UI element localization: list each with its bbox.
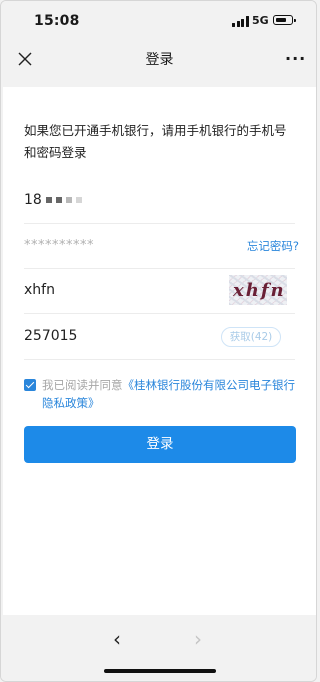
login-button[interactable]: 登录: [24, 426, 296, 463]
captcha-image-text: xhfn: [233, 280, 286, 301]
agreement-text: 我已阅读并同意《桂林银行股份有限公司电子银行隐私政策》: [42, 376, 296, 412]
app-frame: 15:08 5G 登录 ··· 如果您已开通手机银行，请用手机银行的手机号和密码…: [0, 0, 317, 682]
nav-bar: 登录 ···: [1, 41, 316, 77]
status-time: 15:08: [34, 13, 80, 29]
password-field[interactable]: ********** 忘记密码?: [24, 224, 299, 269]
phone-input[interactable]: 18: [24, 192, 82, 208]
bottom-nav-bar: ‹ ›: [1, 615, 316, 681]
network-type: 5G: [252, 14, 269, 27]
captcha-input[interactable]: xhfn: [24, 282, 55, 298]
more-icon[interactable]: ···: [285, 49, 306, 68]
password-input[interactable]: **********: [24, 238, 94, 253]
forgot-password-link[interactable]: 忘记密码?: [247, 238, 299, 254]
get-sms-code-button[interactable]: 获取(42): [221, 327, 281, 347]
sms-code-field[interactable]: 257015 获取(42): [24, 315, 295, 360]
phone-prefix: 18: [24, 192, 42, 208]
phone-field[interactable]: 18: [24, 179, 295, 224]
battery-icon: [273, 15, 296, 25]
home-indicator: [104, 669, 216, 673]
page-title: 登录: [145, 52, 174, 68]
sms-code-input[interactable]: 257015: [24, 328, 77, 344]
status-bar: 15:08 5G: [1, 1, 316, 41]
forward-arrow-icon[interactable]: ›: [194, 627, 202, 651]
captcha-image[interactable]: xhfn: [229, 275, 287, 305]
captcha-field[interactable]: xhfn xhfn: [24, 269, 295, 314]
login-form-card: 如果您已开通手机银行，请用手机银行的手机号和密码登录 18 **********…: [3, 87, 316, 615]
intro-text: 如果您已开通手机银行，请用手机银行的手机号和密码登录: [24, 123, 287, 160]
agreement-prefix: 我已阅读并同意: [42, 378, 123, 392]
back-arrow-icon[interactable]: ‹: [113, 627, 121, 651]
phone-masked-digits: [42, 192, 82, 208]
signal-icon: [232, 16, 249, 27]
agreement-checkbox[interactable]: [24, 379, 36, 391]
